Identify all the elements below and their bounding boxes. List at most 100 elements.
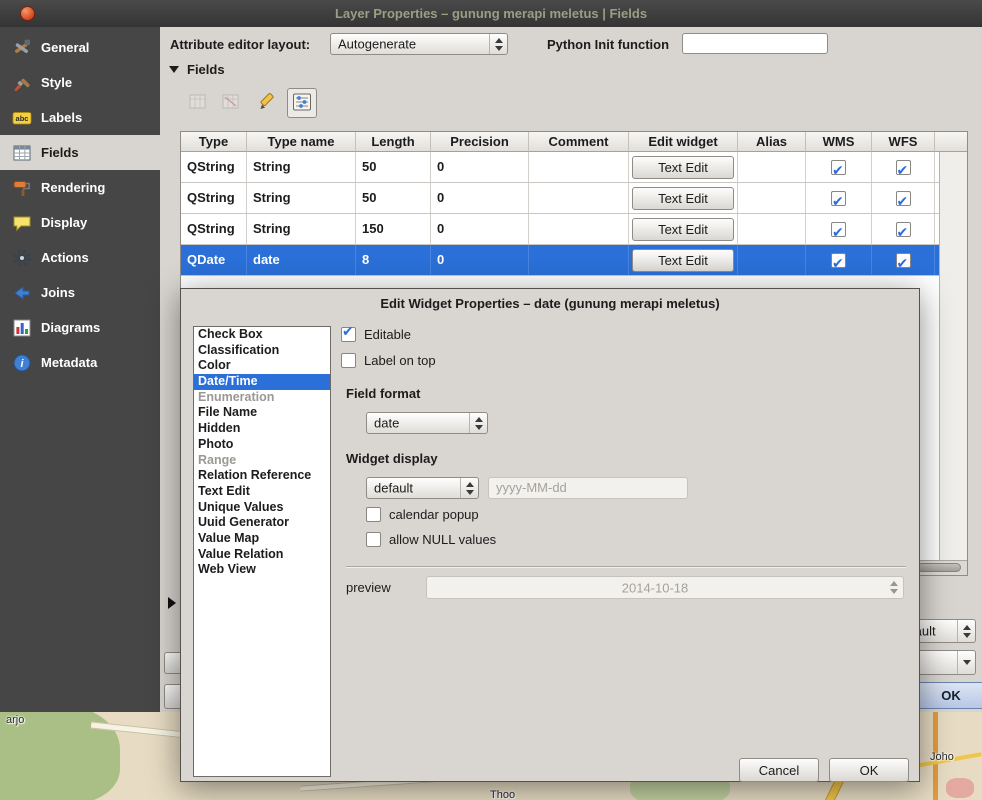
allow-null-checkbox[interactable] (366, 532, 381, 547)
window-titlebar[interactable]: Layer Properties – gunung merapi meletus… (0, 0, 982, 27)
list-item[interactable]: Color (194, 358, 330, 374)
obscured-button-fragment[interactable] (164, 684, 180, 709)
cancel-button[interactable]: Cancel (739, 758, 819, 782)
cell-alias (738, 214, 806, 244)
dialog-title: Edit Widget Properties – date (gunung me… (181, 296, 919, 311)
delete-column-button[interactable] (216, 88, 246, 118)
attribute-editor-layout-combobox[interactable]: Autogenerate (330, 33, 508, 55)
preview-field[interactable]: 2014-10-18 (426, 576, 904, 599)
list-item-selected[interactable]: Date/Time (194, 374, 330, 390)
sidebar-item-metadata[interactable]: i Metadata (0, 345, 160, 380)
table-row-selected[interactable]: QDate date 8 0 Text Edit (181, 245, 967, 276)
editable-checkbox[interactable] (341, 327, 356, 342)
list-item[interactable]: Unique Values (194, 500, 330, 516)
sidebar-item-rendering[interactable]: Rendering (0, 170, 160, 205)
sidebar-item-display[interactable]: Display (0, 205, 160, 240)
python-init-function-label: Python Init function (547, 37, 669, 52)
new-column-button[interactable] (183, 88, 213, 118)
list-item[interactable]: Check Box (194, 327, 330, 343)
wms-checkbox[interactable] (831, 222, 846, 237)
column-header[interactable]: Type (181, 132, 247, 152)
edit-widget-button[interactable]: Text Edit (632, 156, 734, 179)
table-row[interactable]: QString String 50 0 Text Edit (181, 152, 967, 183)
widget-sliders-icon (291, 91, 313, 116)
wfs-checkbox[interactable] (896, 160, 911, 175)
calendar-popup-checkbox[interactable] (366, 507, 381, 522)
cell-alias (738, 245, 806, 275)
widget-display-combobox[interactable]: default (366, 477, 479, 499)
cell-type: QString (181, 152, 247, 182)
list-item[interactable]: Uuid Generator (194, 515, 330, 531)
sidebar-item-actions[interactable]: Actions (0, 240, 160, 275)
preview-value: 2014-10-18 (427, 580, 883, 595)
table-row[interactable]: QString String 150 0 Text Edit (181, 214, 967, 245)
spinner-arrows-icon[interactable] (957, 620, 975, 642)
list-item[interactable]: Classification (194, 343, 330, 359)
sidebar-item-fields[interactable]: Fields (0, 135, 160, 170)
edit-widget-button[interactable]: Text Edit (632, 187, 734, 210)
scrollbar-thumb[interactable] (917, 563, 961, 572)
column-header[interactable]: Comment (529, 132, 629, 152)
field-widget-button[interactable] (287, 88, 317, 118)
sidebar-item-labels[interactable]: abc Labels (0, 100, 160, 135)
list-item[interactable]: File Name (194, 405, 330, 421)
cell-type: QString (181, 183, 247, 213)
column-header[interactable]: Alias (738, 132, 806, 152)
sidebar-item-joins[interactable]: Joins (0, 275, 160, 310)
column-header[interactable]: Edit widget (629, 132, 738, 152)
delete-column-icon (220, 91, 242, 116)
display-format-value: yyyy-MM-dd (496, 480, 567, 495)
wms-checkbox[interactable] (831, 253, 846, 268)
label-on-top-checkbox[interactable] (341, 353, 356, 368)
cell-comment (529, 214, 629, 244)
wfs-checkbox[interactable] (896, 222, 911, 237)
edit-widget-button[interactable]: Text Edit (632, 218, 734, 241)
wfs-checkbox[interactable] (896, 253, 911, 268)
info-icon: i (12, 353, 32, 373)
sidebar-item-label: General (41, 40, 89, 55)
map-pink-area (946, 778, 974, 798)
column-header[interactable]: WMS (806, 132, 872, 152)
spinner-arrows-icon[interactable] (469, 413, 487, 433)
vertical-scrollbar[interactable] (939, 152, 967, 561)
fields-expander-icon[interactable] (169, 66, 179, 73)
spinner-arrows-icon (887, 577, 901, 598)
column-header[interactable]: WFS (872, 132, 935, 152)
widget-display-label: Widget display (346, 451, 438, 466)
wfs-checkbox[interactable] (896, 191, 911, 206)
list-item[interactable]: Value Relation (194, 547, 330, 563)
toggle-editing-button[interactable] (252, 88, 282, 118)
abc-label-icon: abc (12, 108, 32, 128)
panel-collapse-arrow[interactable] (168, 597, 176, 609)
list-item[interactable]: Value Map (194, 531, 330, 547)
python-init-function-input[interactable] (682, 33, 828, 54)
list-item[interactable]: Photo (194, 437, 330, 453)
spinner-arrows-icon[interactable] (460, 478, 478, 498)
display-format-field[interactable]: yyyy-MM-dd (488, 477, 688, 499)
spinner-arrows-icon[interactable] (489, 34, 507, 54)
obscured-ok-button[interactable]: OK (918, 682, 982, 709)
chevron-down-icon[interactable] (957, 651, 975, 674)
column-header[interactable]: Length (356, 132, 431, 152)
combobox-value: date (374, 416, 399, 431)
wms-checkbox[interactable] (831, 191, 846, 206)
sidebar-item-general[interactable]: General (0, 30, 160, 65)
wms-checkbox[interactable] (831, 160, 846, 175)
sidebar-item-label: Diagrams (41, 320, 100, 335)
sidebar-item-label: Metadata (41, 355, 97, 370)
list-item[interactable]: Text Edit (194, 484, 330, 500)
list-item[interactable]: Relation Reference (194, 468, 330, 484)
list-item[interactable]: Web View (194, 562, 330, 578)
ok-button[interactable]: OK (829, 758, 909, 782)
table-row[interactable]: QString String 50 0 Text Edit (181, 183, 967, 214)
edit-widget-button[interactable]: Text Edit (632, 249, 734, 272)
new-column-icon (187, 91, 209, 116)
field-format-combobox[interactable]: date (366, 412, 488, 434)
cell-precision: 0 (431, 152, 529, 182)
obscured-button-fragment[interactable] (164, 652, 180, 674)
column-header[interactable]: Type name (247, 132, 356, 152)
list-item[interactable]: Hidden (194, 421, 330, 437)
column-header[interactable]: Precision (431, 132, 529, 152)
sidebar-item-diagrams[interactable]: Diagrams (0, 310, 160, 345)
sidebar-item-style[interactable]: Style (0, 65, 160, 100)
